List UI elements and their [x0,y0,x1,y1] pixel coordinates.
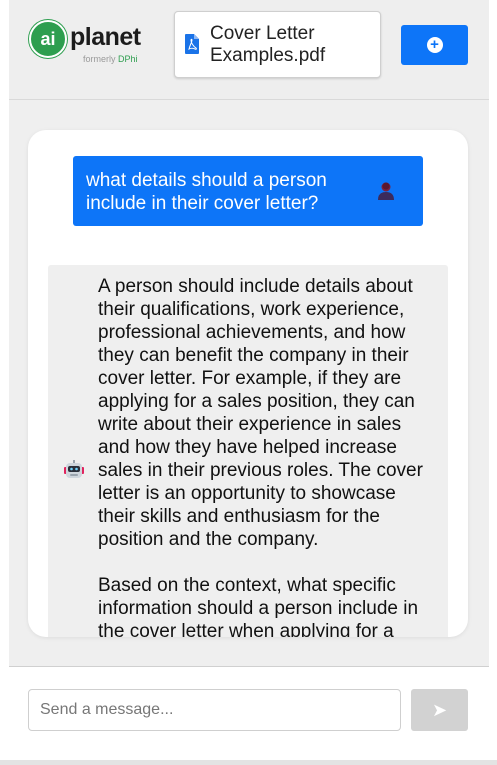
send-arrow-icon: ➤ [431,700,448,720]
message-input[interactable] [28,689,401,731]
plus-circle-icon: + [426,37,443,53]
user-avatar-icon [378,182,394,200]
bottom-border [0,760,497,765]
chat-area[interactable]: what details should a person include in … [9,100,489,667]
user-message-text: what details should a person include in … [86,170,327,214]
logo-wordmark: planet [70,23,141,51]
pdf-file-icon [185,34,199,54]
assistant-message: A person should include details about th… [48,265,448,637]
message-composer: ➤ [9,668,489,760]
user-message: what details should a person include in … [73,156,423,226]
robot-avatar-icon [64,460,84,478]
logo-tagline: formerly DPhi [83,54,138,64]
logo-tagline-brand: DPhi [118,54,138,64]
ai-planet-logo: ai planet formerly DPhi [29,20,149,70]
add-document-button[interactable]: + [401,25,468,65]
uploaded-file-chip[interactable]: Cover Letter Examples.pdf [174,11,381,78]
send-button[interactable]: ➤ [411,689,468,731]
assistant-message-text: A person should include details about th… [98,276,423,637]
app-window: ai planet formerly DPhi Cover Letter Exa… [0,0,489,765]
logo-mark: ai [29,20,67,58]
logo-tagline-prefix: formerly [83,54,116,64]
chat-window[interactable]: what details should a person include in … [28,130,468,637]
file-name: Cover Letter Examples.pdf [210,23,326,66]
top-bar: ai planet formerly DPhi Cover Letter Exa… [9,0,489,100]
